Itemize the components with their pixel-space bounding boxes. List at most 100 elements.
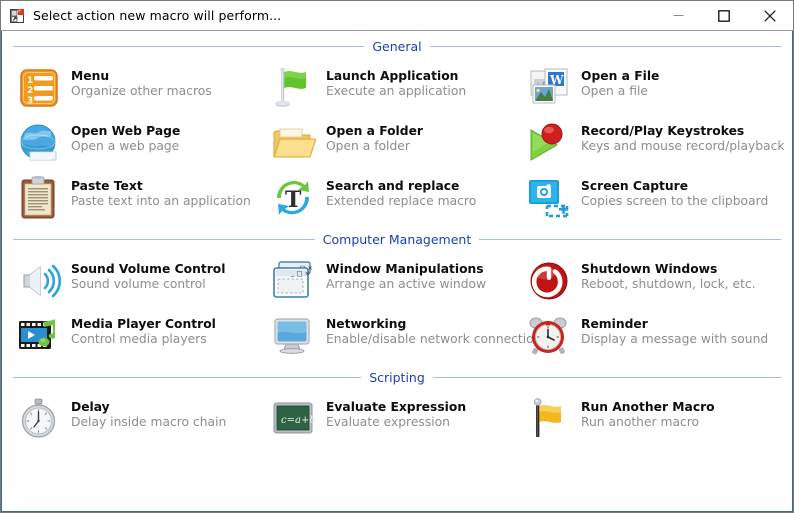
section-grid-scripting: Delay Delay inside macro chain c=a+b Eva… bbox=[11, 390, 783, 445]
macro-window-icon bbox=[10, 8, 26, 24]
alarm-clock-icon bbox=[526, 313, 572, 359]
window-title: Select action new macro will perform... bbox=[33, 8, 281, 23]
chalkboard-icon: c=a+b bbox=[271, 396, 317, 442]
action-open-web-page[interactable]: Open Web Page Open a web page bbox=[11, 114, 266, 169]
action-window-manipulations[interactable]: _ □ × _ □ × Window Manipulations Arrange… bbox=[266, 252, 521, 307]
action-title: Media Player Control bbox=[71, 317, 216, 332]
maximize-icon bbox=[718, 10, 730, 22]
action-open-a-folder[interactable]: Open a Folder Open a folder bbox=[266, 114, 521, 169]
action-delay[interactable]: Delay Delay inside macro chain bbox=[11, 390, 266, 445]
action-title: Reminder bbox=[581, 317, 768, 332]
action-desc: Paste text into an application bbox=[71, 194, 251, 209]
section-title-general: General bbox=[372, 39, 421, 54]
section-title-computer-management: Computer Management bbox=[323, 232, 471, 247]
action-search-and-replace[interactable]: T Search and replace Extended replace ma… bbox=[266, 169, 521, 224]
action-desc: Open a file bbox=[581, 84, 659, 99]
media-player-icon bbox=[16, 313, 62, 359]
section-rule-right bbox=[433, 377, 781, 378]
section-title-scripting: Scripting bbox=[369, 370, 425, 385]
action-menu[interactable]: 1 2 3 Menu Organize other macros bbox=[11, 59, 266, 114]
title-bar: Select action new macro will perform... bbox=[1, 1, 793, 31]
action-title: Open a File bbox=[581, 69, 659, 84]
close-button[interactable] bbox=[747, 1, 793, 30]
action-launch-application[interactable]: Launch Application Execute an applicatio… bbox=[266, 59, 521, 114]
section-grid-computer-management: Sound Volume Control Sound volume contro… bbox=[11, 252, 783, 362]
section-header-computer-management: Computer Management bbox=[11, 232, 783, 247]
action-shutdown-windows[interactable]: Shutdown Windows Reboot, shutdown, lock,… bbox=[521, 252, 783, 307]
section-grid-general: 1 2 3 Menu Organize other macros bbox=[11, 59, 783, 224]
action-desc: Run another macro bbox=[581, 415, 715, 430]
section-rule-left bbox=[13, 46, 364, 47]
section-header-general: General bbox=[11, 39, 783, 54]
action-title: Open Web Page bbox=[71, 124, 180, 139]
action-media-player-control[interactable]: Media Player Control Control media playe… bbox=[11, 307, 266, 362]
action-desc: Copies screen to the clipboard bbox=[581, 194, 768, 209]
action-title: Sound Volume Control bbox=[71, 262, 225, 277]
action-open-a-file[interactable]: W Open a File Open a file bbox=[521, 59, 790, 114]
action-desc: Keys and mouse record/playback bbox=[581, 139, 785, 154]
stopwatch-icon bbox=[16, 396, 62, 442]
action-desc: Organize other macros bbox=[71, 84, 212, 99]
section-rule-left bbox=[13, 239, 315, 240]
action-title: Window Manipulations bbox=[326, 262, 486, 277]
action-title: Menu bbox=[71, 69, 212, 84]
action-desc: Extended replace macro bbox=[326, 194, 476, 209]
minimize-button[interactable] bbox=[655, 1, 701, 30]
yellow-flag-icon bbox=[526, 396, 572, 442]
action-title: Evaluate Expression bbox=[326, 400, 466, 415]
action-screen-capture[interactable]: Screen Capture Copies screen to the clip… bbox=[521, 169, 790, 224]
speaker-icon bbox=[16, 258, 62, 304]
action-desc: Open a web page bbox=[71, 139, 180, 154]
action-title: Paste Text bbox=[71, 179, 251, 194]
menu-list-icon: 1 2 3 bbox=[16, 65, 62, 111]
action-evaluate-expression[interactable]: c=a+b Evaluate Expression Evaluate expre… bbox=[266, 390, 521, 445]
action-desc: Execute an application bbox=[326, 84, 466, 99]
action-title: Networking bbox=[326, 317, 516, 332]
action-title: Record/Play Keystrokes bbox=[581, 124, 785, 139]
actions-panel: General 1 2 3 bbox=[1, 31, 793, 512]
action-desc: Arrange an active window bbox=[326, 277, 486, 292]
action-paste-text[interactable]: Paste Text Paste text into an applicatio… bbox=[11, 169, 266, 224]
power-icon bbox=[526, 258, 572, 304]
action-sound-volume-control[interactable]: Sound Volume Control Sound volume contro… bbox=[11, 252, 266, 307]
section-rule-right bbox=[430, 46, 781, 47]
windows-arrange-icon: _ □ × _ □ × bbox=[271, 258, 317, 304]
action-title: Run Another Macro bbox=[581, 400, 715, 415]
close-icon bbox=[764, 10, 776, 22]
action-desc: Evaluate expression bbox=[326, 415, 466, 430]
green-flag-icon bbox=[271, 65, 317, 111]
minimize-icon bbox=[673, 10, 684, 21]
documents-icon: W bbox=[526, 65, 572, 111]
svg-text:3: 3 bbox=[27, 96, 33, 106]
svg-text:1: 1 bbox=[27, 76, 33, 86]
action-title: Screen Capture bbox=[581, 179, 768, 194]
action-desc: Reboot, shutdown, lock, etc. bbox=[581, 277, 756, 292]
globe-icon bbox=[16, 120, 62, 166]
monitor-icon bbox=[271, 313, 317, 359]
dialog-window: Select action new macro will perform... bbox=[0, 0, 794, 513]
action-desc: Open a folder bbox=[326, 139, 423, 154]
action-desc: Enable/disable network connection bbox=[326, 332, 516, 347]
action-run-another-macro[interactable]: Run Another Macro Run another macro bbox=[521, 390, 783, 445]
action-title: Open a Folder bbox=[326, 124, 423, 139]
section-header-scripting: Scripting bbox=[11, 370, 783, 385]
action-desc: Control media players bbox=[71, 332, 216, 347]
search-replace-icon: T bbox=[271, 175, 317, 221]
action-record-play-keystrokes[interactable]: Record/Play Keystrokes Keys and mouse re… bbox=[521, 114, 790, 169]
window-controls bbox=[655, 1, 793, 30]
maximize-button[interactable] bbox=[701, 1, 747, 30]
action-title: Delay bbox=[71, 400, 226, 415]
svg-text:c=a+b: c=a+b bbox=[281, 415, 316, 426]
screen-capture-icon bbox=[526, 175, 572, 221]
svg-text:T: T bbox=[285, 187, 302, 213]
record-play-icon bbox=[526, 120, 572, 166]
svg-text:_ □ ×: _ □ × bbox=[290, 270, 310, 278]
action-desc: Sound volume control bbox=[71, 277, 225, 292]
action-desc: Display a message with sound bbox=[581, 332, 768, 347]
action-reminder[interactable]: Reminder Display a message with sound bbox=[521, 307, 783, 362]
action-networking[interactable]: Networking Enable/disable network connec… bbox=[266, 307, 521, 362]
section-rule-right bbox=[479, 239, 781, 240]
section-rule-left bbox=[13, 377, 361, 378]
action-title: Launch Application bbox=[326, 69, 466, 84]
action-desc: Delay inside macro chain bbox=[71, 415, 226, 430]
